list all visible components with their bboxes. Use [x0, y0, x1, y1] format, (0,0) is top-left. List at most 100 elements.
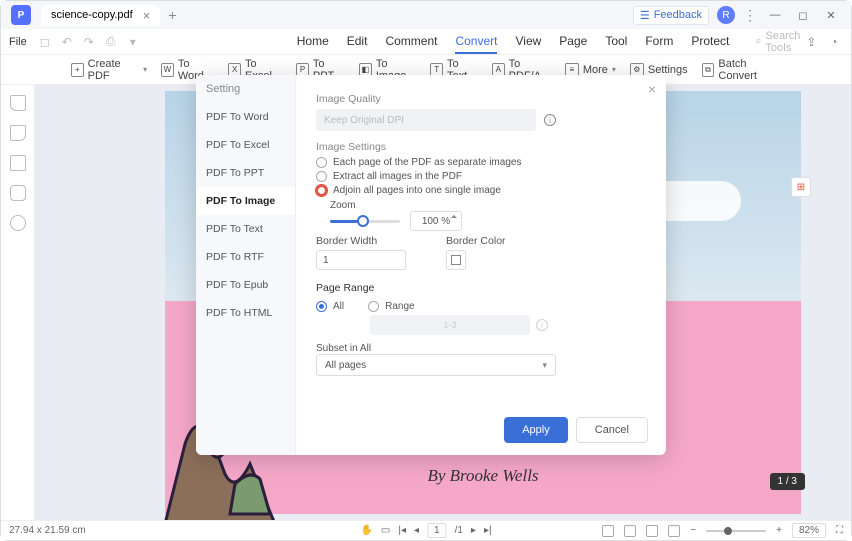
- info-icon[interactable]: i: [544, 114, 556, 126]
- opt-adjoin-pages[interactable]: Adjoin all pages into one single image: [316, 185, 646, 196]
- page-dimensions: 27.94 x 21.59 cm: [9, 525, 86, 536]
- user-avatar[interactable]: R: [717, 6, 735, 24]
- side-pdf-to-html[interactable]: PDF To HTML: [196, 299, 295, 327]
- share-icon[interactable]: ⇪: [806, 35, 820, 49]
- bookmarks-icon[interactable]: [10, 125, 26, 141]
- feedback-button[interactable]: ☰ Feedback: [633, 6, 709, 25]
- dialog-close-icon[interactable]: ×: [648, 81, 656, 97]
- side-pdf-to-epub[interactable]: PDF To Epub: [196, 271, 295, 299]
- search-tools[interactable]: ⌕ Search Tools: [755, 30, 800, 54]
- next-page-icon[interactable]: ▸: [471, 525, 476, 536]
- qat-dropdown-icon[interactable]: ▾: [125, 34, 141, 50]
- menu-bar: File ◻ ↶ ↷ ⎙ ▾ Home Edit Comment Convert…: [1, 29, 851, 55]
- attachments-icon[interactable]: [10, 155, 26, 171]
- thumbnails-icon[interactable]: [10, 95, 26, 111]
- radio-icon: [316, 157, 327, 168]
- page-range-input[interactable]: 1-3: [370, 315, 530, 335]
- document-byline: By Brooke Wells: [165, 466, 801, 486]
- cancel-button[interactable]: Cancel: [576, 417, 648, 443]
- print-icon[interactable]: ⎙: [103, 34, 119, 50]
- undo-icon[interactable]: ↶: [59, 34, 75, 50]
- quick-access-toolbar: ◻ ↶ ↷ ⎙ ▾: [37, 34, 141, 50]
- tab-title: science-copy.pdf: [51, 9, 133, 21]
- border-width-input[interactable]: 1: [316, 250, 406, 270]
- tab-edit[interactable]: Edit: [347, 30, 368, 54]
- create-pdf-button[interactable]: +Create PDF▾: [71, 58, 147, 82]
- image-quality-label: Image Quality: [316, 93, 646, 105]
- tab-comment[interactable]: Comment: [385, 30, 437, 54]
- overflow-menu-icon[interactable]: ⋮: [743, 7, 757, 24]
- page-input[interactable]: 1: [427, 523, 447, 538]
- select-tool-icon[interactable]: ▭: [381, 525, 390, 536]
- page-range-label: Page Range: [316, 282, 646, 294]
- radio-icon: [316, 301, 327, 312]
- side-pdf-to-excel[interactable]: PDF To Excel: [196, 131, 295, 159]
- slider-thumb[interactable]: [357, 215, 369, 227]
- subset-select[interactable]: All pages ▾: [316, 354, 556, 376]
- opt-separate-images[interactable]: Each page of the PDF as separate images: [316, 157, 646, 168]
- chevron-down-icon: ▾: [542, 360, 547, 371]
- cloud-icon[interactable]: ◔: [830, 35, 844, 49]
- zoom-level[interactable]: 82%: [792, 523, 826, 538]
- hand-tool-icon[interactable]: ✋: [360, 525, 372, 536]
- prev-page-icon[interactable]: ◂: [414, 525, 419, 536]
- save-icon[interactable]: ◻: [37, 34, 53, 50]
- single-page-icon[interactable]: [646, 525, 658, 537]
- zoom-out-icon[interactable]: −: [690, 525, 696, 536]
- left-sidebar: [1, 85, 35, 520]
- maximize-button[interactable]: ◻: [793, 5, 813, 25]
- opt-extract-images[interactable]: Extract all images in the PDF: [316, 171, 646, 182]
- page-navigator: ✋ ▭ |◂ ◂ 1 /1 ▸ ▸|: [360, 523, 491, 538]
- tab-form[interactable]: Form: [645, 30, 673, 54]
- add-tab-button[interactable]: +: [168, 7, 176, 23]
- fit-page-icon[interactable]: [624, 525, 636, 537]
- layers-icon[interactable]: [10, 185, 26, 201]
- close-window-button[interactable]: ✕: [821, 5, 841, 25]
- title-bar: P science-copy.pdf × + ☰ Feedback R ⋮ — …: [1, 1, 851, 29]
- batch-icon: ⧉: [702, 63, 715, 77]
- page-range-range[interactable]: Range: [368, 301, 414, 312]
- side-pdf-to-image[interactable]: PDF To Image: [196, 187, 295, 215]
- redo-icon[interactable]: ↷: [81, 34, 97, 50]
- close-tab-icon[interactable]: ×: [143, 8, 151, 23]
- radio-icon: [368, 301, 379, 312]
- status-bar: 27.94 x 21.59 cm ✋ ▭ |◂ ◂ 1 /1 ▸ ▸| − + …: [1, 520, 851, 540]
- tab-home[interactable]: Home: [297, 30, 329, 54]
- first-page-icon[interactable]: |◂: [398, 525, 406, 536]
- dialog-body: × Image Quality Keep Original DPI i Imag…: [296, 75, 666, 455]
- last-page-icon[interactable]: ▸|: [484, 525, 492, 536]
- side-pdf-to-ppt[interactable]: PDF To PPT: [196, 159, 295, 187]
- border-color-picker[interactable]: [446, 250, 466, 270]
- border-width-label: Border Width: [316, 235, 406, 247]
- zoom-slider[interactable]: [330, 220, 400, 223]
- fit-width-icon[interactable]: [602, 525, 614, 537]
- tab-view[interactable]: View: [515, 30, 541, 54]
- zoom-value-input[interactable]: 100 %: [410, 211, 462, 231]
- floating-tool-icon[interactable]: ⊞: [791, 177, 811, 197]
- dpi-select[interactable]: Keep Original DPI: [316, 109, 536, 131]
- file-menu[interactable]: File: [9, 36, 27, 48]
- comments-icon[interactable]: [10, 215, 26, 231]
- two-page-icon[interactable]: [668, 525, 680, 537]
- side-pdf-to-rtf[interactable]: PDF To RTF: [196, 243, 295, 271]
- app-logo: P: [11, 5, 31, 25]
- dialog-title: Setting: [196, 75, 295, 103]
- info-icon[interactable]: i: [536, 319, 548, 331]
- batch-convert-button[interactable]: ⧉Batch Convert: [702, 58, 781, 82]
- fullscreen-icon[interactable]: ⛶: [836, 525, 843, 536]
- apply-button[interactable]: Apply: [504, 417, 568, 443]
- zoom-slider[interactable]: [706, 530, 766, 532]
- image-settings-label: Image Settings: [316, 141, 646, 153]
- document-tab[interactable]: science-copy.pdf ×: [41, 5, 160, 26]
- search-icon: ⌕: [755, 35, 761, 48]
- page-range-all[interactable]: All: [316, 301, 344, 312]
- tab-tool[interactable]: Tool: [605, 30, 627, 54]
- tab-protect[interactable]: Protect: [691, 30, 729, 54]
- side-pdf-to-text[interactable]: PDF To Text: [196, 215, 295, 243]
- side-pdf-to-word[interactable]: PDF To Word: [196, 103, 295, 131]
- minimize-button[interactable]: —: [765, 5, 785, 25]
- tab-convert[interactable]: Convert: [455, 30, 497, 54]
- dialog-sidebar: Setting PDF To Word PDF To Excel PDF To …: [196, 75, 296, 455]
- zoom-in-icon[interactable]: +: [776, 525, 782, 536]
- tab-page[interactable]: Page: [559, 30, 587, 54]
